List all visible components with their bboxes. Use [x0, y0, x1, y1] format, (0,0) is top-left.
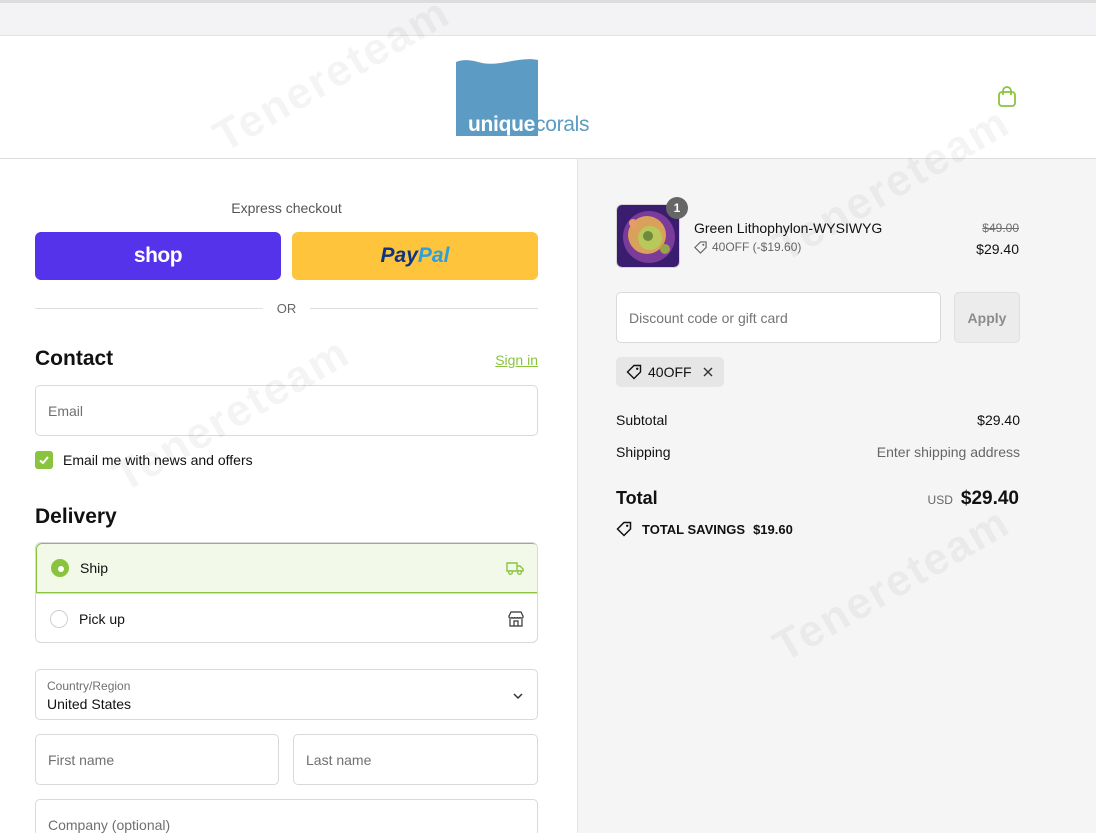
divider-line: [35, 307, 263, 309]
truck-icon: [506, 562, 524, 575]
newsletter-row: Email me with news and offers: [35, 451, 253, 469]
last-name-field[interactable]: [294, 735, 537, 784]
first-name-wrap: [35, 734, 279, 785]
product-name: Green Lithophylon-WYSIWYG: [694, 220, 883, 236]
logo-word-unique: unique: [468, 113, 536, 136]
delivery-heading: Delivery: [35, 505, 117, 528]
site-logo[interactable]: uniquecorals: [456, 56, 601, 140]
apply-discount-button[interactable]: Apply: [954, 292, 1020, 343]
savings-tag-icon: [616, 521, 632, 537]
savings-value: $19.60: [753, 521, 793, 537]
pickup-radio[interactable]: [50, 609, 68, 628]
total-value: $29.40: [960, 488, 1019, 509]
paypal-label-pal: Pal: [417, 244, 450, 267]
logo-wave-icon: [456, 56, 538, 64]
or-divider: OR: [35, 300, 538, 316]
logo-wordmark: uniquecorals: [468, 113, 590, 136]
subtotal-row: Subtotal $29.40: [616, 412, 1020, 430]
ship-label: Ship: [80, 560, 109, 576]
site-header: uniquecorals: [0, 36, 1096, 159]
close-icon: [703, 367, 713, 377]
total-savings: TOTAL SAVINGS $19.60: [616, 521, 793, 537]
applied-code: 40OFF: [648, 364, 692, 380]
discount-field-wrap: [616, 292, 941, 343]
currency-code: USD: [927, 493, 953, 507]
email-field[interactable]: [36, 386, 537, 435]
shipping-value: Enter shipping address: [876, 444, 1020, 460]
shipping-row: Shipping Enter shipping address: [616, 444, 1020, 462]
tag-icon: [694, 240, 707, 254]
chevron-down-icon: [513, 693, 523, 700]
delivery-options: Ship Pick up: [35, 542, 538, 643]
shipping-label: Shipping: [616, 444, 671, 460]
savings-label: TOTAL SAVINGS: [642, 521, 746, 537]
total-amount: USD $29.40: [928, 488, 1019, 510]
pickup-label: Pick up: [79, 610, 125, 627]
checkmark-icon: [39, 456, 49, 465]
shop-pay-button[interactable]: shop: [35, 232, 281, 280]
total-label: Total: [616, 488, 658, 508]
applied-discount-chip: 40OFF: [616, 357, 724, 387]
product-discount: 40OFF (-$19.60): [694, 240, 801, 254]
delivery-option-ship[interactable]: Ship: [36, 543, 537, 593]
tag-icon: [626, 364, 642, 380]
ship-radio[interactable]: [51, 559, 69, 577]
express-checkout-label: Express checkout: [231, 200, 342, 216]
divider-line: [310, 307, 538, 309]
discount-code-input[interactable]: [617, 293, 940, 342]
item-price: $29.40: [976, 241, 1019, 257]
first-name-field[interactable]: [36, 735, 278, 784]
paypal-label-pay: Pay: [380, 244, 418, 267]
browser-top-strip: [0, 0, 1096, 36]
remove-discount-button[interactable]: [702, 366, 714, 378]
company-wrap: [35, 799, 538, 833]
sign-in-link[interactable]: Sign in: [460, 352, 538, 368]
or-text: OR: [276, 300, 297, 316]
shopping-bag-icon[interactable]: [996, 86, 1018, 108]
newsletter-checkbox[interactable]: [35, 451, 53, 469]
country-value: United States: [47, 696, 132, 712]
store-icon: [508, 610, 524, 627]
country-select[interactable]: Country/Region United States: [35, 669, 538, 720]
delivery-option-pickup[interactable]: Pick up: [36, 593, 537, 642]
paypal-button[interactable]: Pay Pal: [292, 232, 538, 280]
original-price: $49.00: [982, 221, 1019, 235]
subtotal-label: Subtotal: [616, 412, 668, 428]
quantity-badge: 1: [666, 197, 688, 219]
order-summary: 1 Green Lithophylon-WYSIWYG 40OFF (-$19.…: [577, 159, 1096, 833]
company-field[interactable]: [36, 800, 537, 833]
subtotal-value: $29.40: [977, 412, 1020, 428]
contact-heading: Contact: [35, 347, 114, 370]
shop-pay-label: shop: [133, 244, 183, 267]
logo-word-corals: corals: [535, 113, 590, 136]
checkout-form: Express checkout shop Pay Pal OR Contact …: [0, 159, 577, 833]
product-discount-text: 40OFF (-$19.60): [712, 240, 802, 254]
newsletter-label: Email me with news and offers: [63, 452, 253, 468]
country-caption: Country/Region: [47, 679, 131, 693]
email-field-wrap: [35, 385, 538, 436]
last-name-wrap: [293, 734, 538, 785]
